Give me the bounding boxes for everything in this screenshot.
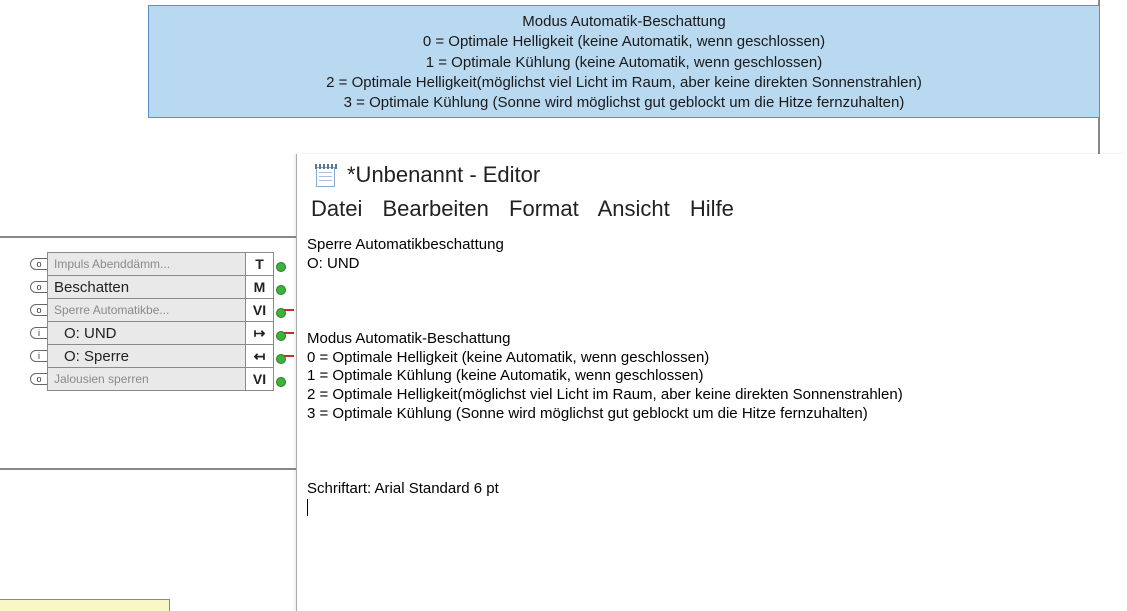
io-type: ↦ xyxy=(246,321,274,345)
io-block: oImpuls Abenddämm...ToBeschattenMoSperre… xyxy=(30,252,290,390)
io-bullet: o xyxy=(30,258,48,270)
io-bullet: i xyxy=(30,350,48,362)
editor-text: Sperre Automatikbeschattung O: UND Modus… xyxy=(307,236,903,497)
io-bullet: o xyxy=(30,281,48,293)
io-label: Jalousien sperren xyxy=(47,367,246,391)
io-row[interactable]: oJalousien sperrenVI xyxy=(30,367,290,391)
menu-format[interactable]: Format xyxy=(509,196,579,221)
io-connector[interactable] xyxy=(276,328,290,338)
comment-line: 0 = Optimale Helligkeit (keine Automatik… xyxy=(157,32,1091,52)
io-connector[interactable] xyxy=(276,259,290,269)
io-row[interactable]: iO: UND↦ xyxy=(30,321,290,345)
text-cursor xyxy=(307,499,308,516)
io-label: Beschatten xyxy=(47,275,246,299)
io-type: T xyxy=(246,252,274,276)
io-connector[interactable] xyxy=(276,305,290,315)
io-type: M xyxy=(246,275,274,299)
menu-view[interactable]: Ansicht xyxy=(598,196,670,221)
io-row[interactable]: oBeschattenM xyxy=(30,275,290,299)
io-row[interactable]: oImpuls Abenddämm...T xyxy=(30,252,290,276)
yellow-block xyxy=(0,599,170,611)
io-type: VI xyxy=(246,298,274,322)
menu-edit[interactable]: Bearbeiten xyxy=(382,196,488,221)
editor-window: *Unbenannt - Editor Datei Bearbeiten For… xyxy=(296,154,1127,611)
io-bullet: i xyxy=(30,327,48,339)
io-type: VI xyxy=(246,367,274,391)
menu-file[interactable]: Datei xyxy=(311,196,362,221)
io-label: O: UND xyxy=(47,321,246,345)
comment-line: 2 = Optimale Helligkeit(möglichst viel L… xyxy=(157,73,1091,93)
comment-box: Modus Automatik-Beschattung 0 = Optimale… xyxy=(148,5,1100,118)
io-row[interactable]: iO: Sperre↤ xyxy=(30,344,290,368)
io-row[interactable]: oSperre Automatikbe...VI xyxy=(30,298,290,322)
io-type: ↤ xyxy=(246,344,274,368)
io-connector[interactable] xyxy=(276,282,290,292)
io-bullet: o xyxy=(30,304,48,316)
editor-menu: Datei Bearbeiten Format Ansicht Hilfe xyxy=(297,192,1127,228)
io-label: O: Sperre xyxy=(47,344,246,368)
comment-title: Modus Automatik-Beschattung xyxy=(157,12,1091,32)
editor-titlebar[interactable]: *Unbenannt - Editor xyxy=(297,154,1127,192)
io-connector[interactable] xyxy=(276,374,290,384)
notepad-icon xyxy=(315,162,337,188)
comment-line: 3 = Optimale Kühlung (Sonne wird möglich… xyxy=(157,93,1091,113)
io-label: Impuls Abenddämm... xyxy=(47,252,246,276)
io-label: Sperre Automatikbe... xyxy=(47,298,246,322)
io-connector[interactable] xyxy=(276,351,290,361)
comment-line: 1 = Optimale Kühlung (keine Automatik, w… xyxy=(157,53,1091,73)
editor-textarea[interactable]: Sperre Automatikbeschattung O: UND Modus… xyxy=(297,228,1127,527)
menu-help[interactable]: Hilfe xyxy=(690,196,734,221)
io-bullet: o xyxy=(30,373,48,385)
editor-title: *Unbenannt - Editor xyxy=(347,162,540,188)
